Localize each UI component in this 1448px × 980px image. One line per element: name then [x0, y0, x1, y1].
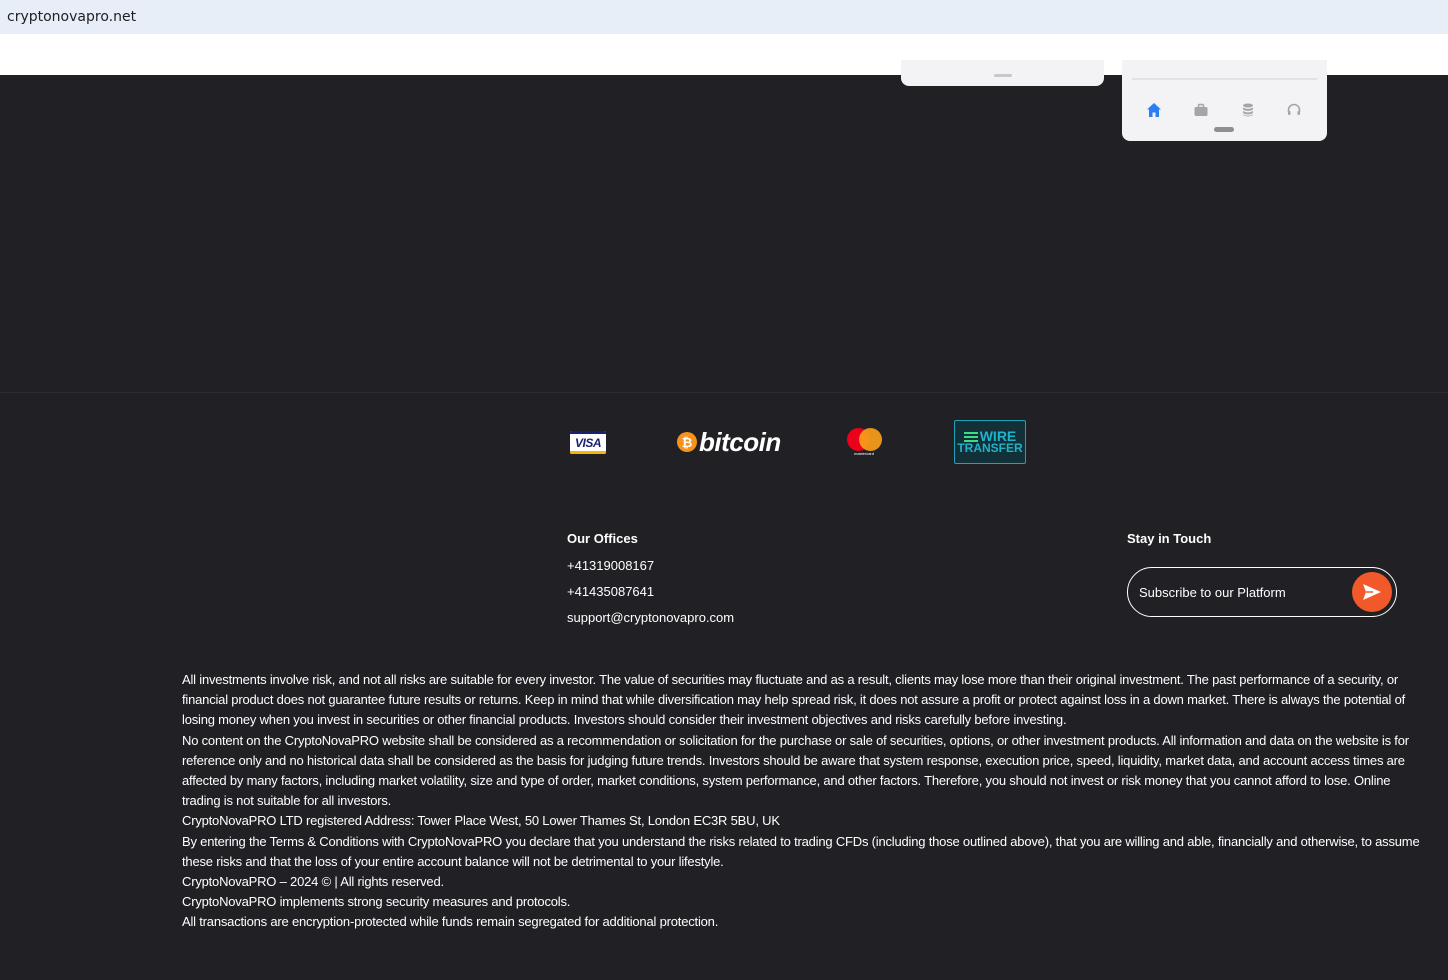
phone-home-indicator — [1214, 127, 1234, 132]
offices-heading: Our Offices — [567, 531, 638, 546]
encryption-note: All transactions are encryption-protecte… — [182, 914, 719, 930]
send-button[interactable] — [1352, 572, 1392, 612]
bitcoin-icon: ₿ — [677, 432, 697, 452]
database-icon — [1239, 101, 1257, 119]
bitcoin-label: bitcoin — [699, 426, 781, 457]
briefcase-icon — [1192, 101, 1210, 119]
copyright: CryptoNovaPRO – 2024 © | All rights rese… — [182, 874, 444, 890]
mastercard-logo: mastercard — [845, 428, 883, 458]
stay-in-touch-heading: Stay in Touch — [1127, 531, 1212, 546]
registered-address: CryptoNovaPRO LTD registered Address: To… — [182, 813, 780, 829]
office-phone-2[interactable]: +41435087641 — [567, 584, 654, 599]
card-handle — [994, 74, 1012, 77]
no-recommendation-paragraph: No content on the CryptoNovaPRO website … — [182, 732, 1409, 809]
subscribe-input[interactable]: Subscribe to our Platform — [1127, 567, 1397, 617]
home-icon — [1145, 101, 1163, 119]
security-note: CryptoNovaPRO implements strong security… — [182, 894, 571, 910]
office-email[interactable]: support@cryptonovapro.com — [567, 610, 734, 625]
transfer-label: TRANSFER — [957, 440, 1023, 455]
section-divider — [0, 392, 1448, 393]
send-icon — [1363, 584, 1381, 600]
wire-transfer-logo: WIRE TRANSFER — [954, 420, 1026, 464]
url-text: cryptonovapro.net — [7, 9, 137, 25]
subscribe-placeholder: Subscribe to our Platform — [1139, 585, 1286, 600]
mastercard-label: mastercard — [853, 451, 874, 456]
browser-url-bar[interactable]: cryptonovapro.net — [0, 0, 1448, 34]
app-preview-phone — [1122, 60, 1327, 141]
risk-warning-paragraph: All investments involve risk, and not al… — [182, 672, 1406, 728]
headset-icon — [1285, 101, 1303, 119]
legal-disclaimer: All investments involve risk, and not al… — [182, 670, 1420, 933]
phone-divider — [1132, 78, 1317, 80]
visa-logo: VISA — [570, 431, 606, 454]
office-phone-1[interactable]: +41319008167 — [567, 558, 654, 573]
bitcoin-logo: ₿ bitcoin — [677, 426, 781, 458]
terms-paragraph: By entering the Terms & Conditions with … — [182, 833, 1420, 869]
app-preview-card — [901, 60, 1104, 86]
